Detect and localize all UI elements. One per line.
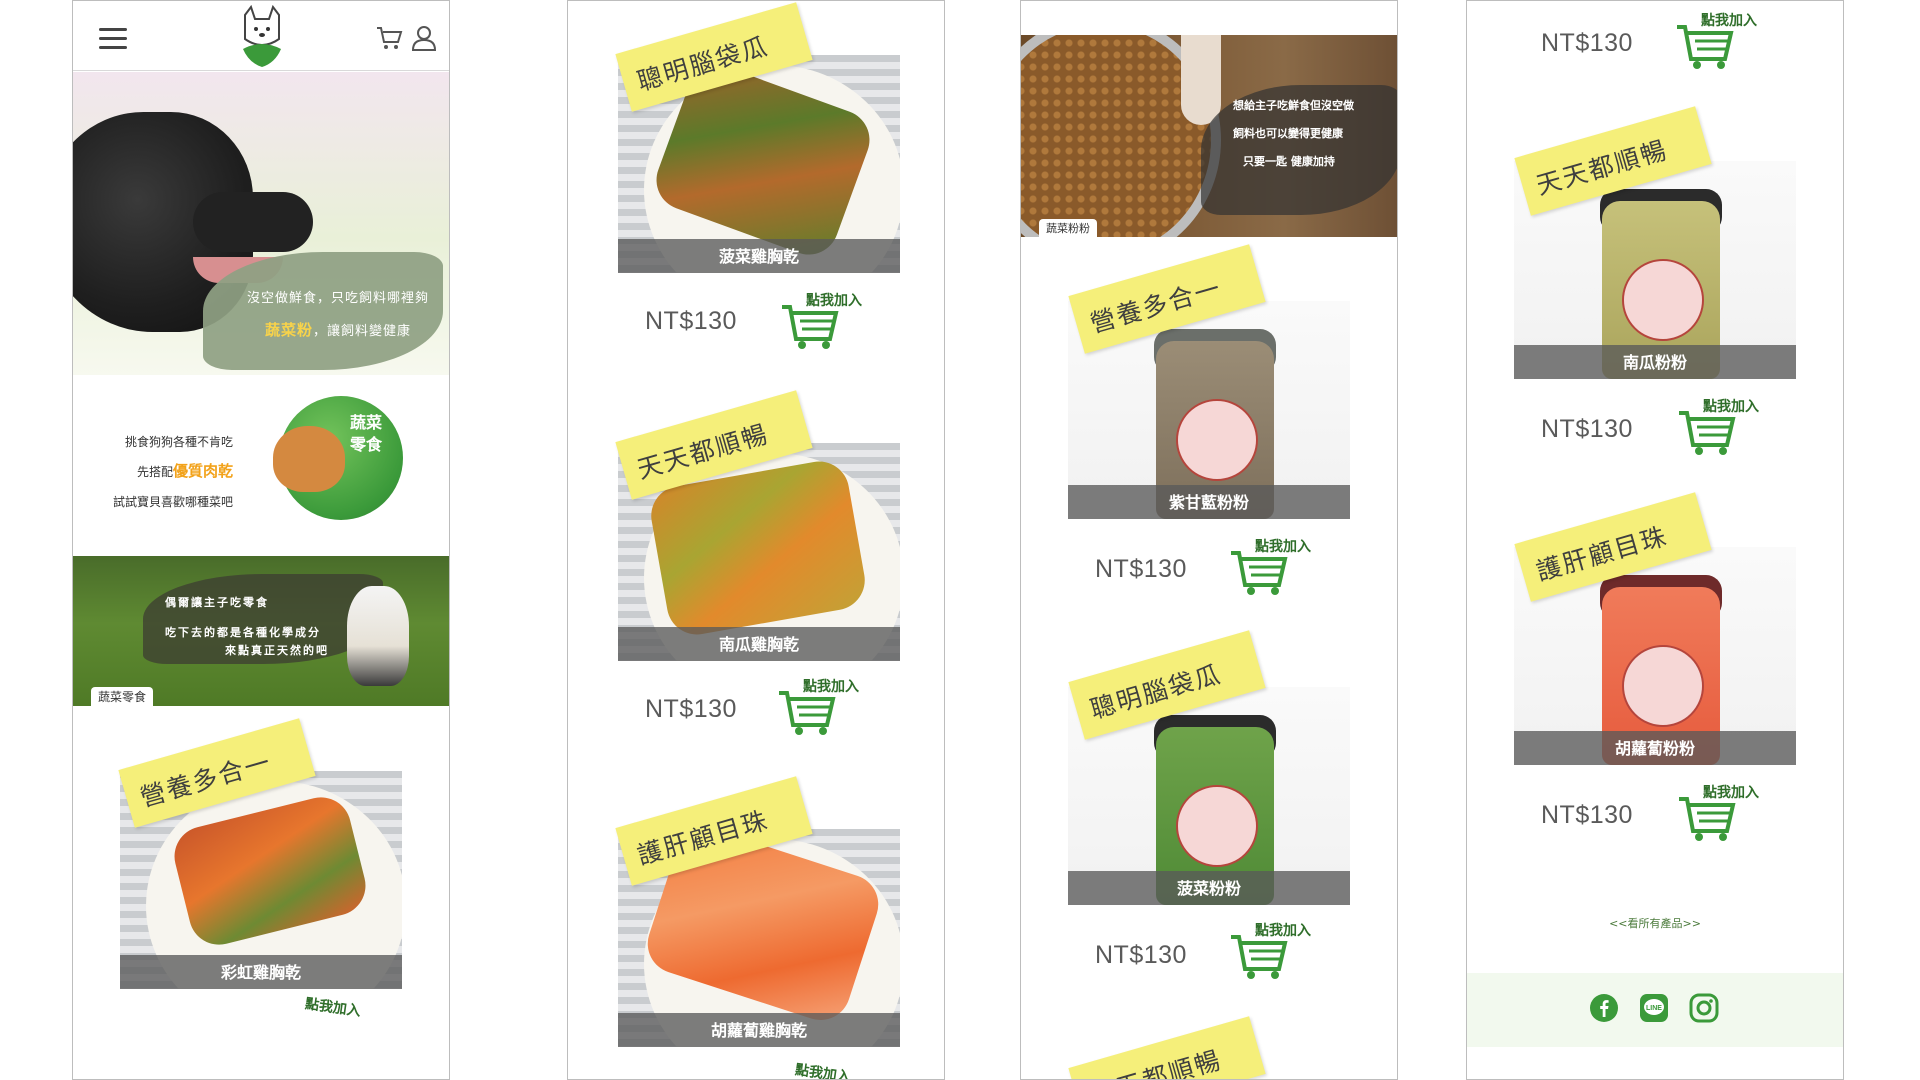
- hero-banner[interactable]: 沒空做鮮食，只吃飼料哪裡夠 蔬菜粉，讓飼料變健康: [73, 72, 449, 375]
- jar-label: [1622, 259, 1704, 341]
- add-to-cart-button[interactable]: 點我加入: [1673, 11, 1769, 71]
- banner-line2: 飼料也可以變得更健康: [1233, 127, 1343, 140]
- snack-banner[interactable]: 偶爾讓主子吃零食 吃下去的都是各種化學成分 來點真正天然的吧 蔬菜零食: [73, 556, 449, 706]
- grass-line1: 偶爾讓主子吃零食: [165, 596, 269, 609]
- tagline: 天天都順暢: [1087, 1045, 1225, 1080]
- product-name: 南瓜雞胸乾: [618, 627, 900, 661]
- phone-panel-powder: 想給主子吃鮮食但沒空做 飼料也可以變得更健康 只要一匙 健康加持 蔬菜粉粉 紫甘…: [1020, 0, 1398, 1080]
- line-icon[interactable]: LINE: [1639, 993, 1669, 1023]
- badge-line1: 蔬菜: [349, 413, 382, 432]
- hero-text-line2: 蔬菜粉，讓飼料變健康: [223, 319, 449, 340]
- intro-section: 挑食狗狗各種不肯吃 先搭配優質肉乾 試試寶貝喜歡哪種菜吧 蔬菜零食: [73, 376, 449, 556]
- leaf-shape: [203, 252, 443, 370]
- add-to-cart-button[interactable]: 點我加入: [775, 677, 871, 737]
- badge-line2: 零食: [349, 435, 382, 454]
- product-name: 彩虹雞胸乾: [120, 955, 402, 989]
- intro-line1: 挑食狗狗各種不肯吃: [124, 435, 233, 449]
- category-tag: 蔬菜零食: [91, 687, 154, 706]
- hero-text-line1: 沒空做鮮食，只吃飼料哪裡夠: [246, 291, 429, 306]
- add-to-cart-label: 點我加入: [794, 1062, 852, 1080]
- phone-panel-powder-2: NT$130 點我加入 南瓜粉粉 天天都順暢 NT$130 點我加入 胡蘿蔔粉粉…: [1466, 0, 1844, 1080]
- product-price: NT$130: [645, 307, 737, 335]
- dog-snout: [193, 192, 313, 252]
- add-to-cart-label: 點我加入: [1255, 538, 1311, 555]
- product-price: NT$130: [1541, 415, 1633, 443]
- product-price: NT$130: [1541, 29, 1633, 57]
- add-to-cart-label: 點我加入: [304, 996, 362, 1020]
- product-name: 胡蘿蔔粉粉: [1514, 731, 1796, 765]
- svg-text:LINE: LINE: [1646, 1005, 1662, 1012]
- add-to-cart-button[interactable]: 點我加入: [1227, 921, 1323, 981]
- veggie-snack-badge[interactable]: 蔬菜 零食: [273, 396, 403, 520]
- add-to-cart-button[interactable]: 點我加入: [1675, 397, 1771, 457]
- product-name: 菠菜粉粉: [1068, 871, 1350, 905]
- jar-label: [1176, 399, 1258, 481]
- intro-line2-pre: 先搭配: [136, 465, 173, 479]
- add-to-cart-label: 點我加入: [803, 678, 859, 695]
- add-to-cart-label: 點我加入: [806, 292, 862, 309]
- see-all-products-link[interactable]: <<看所有產品>>: [1467, 915, 1843, 931]
- product-name: 胡蘿蔔雞胸乾: [618, 1013, 900, 1047]
- product-price: NT$130: [1095, 941, 1187, 969]
- dog-photo: [347, 586, 409, 686]
- grass-line3: 來點真正天然的吧: [225, 644, 329, 657]
- hero-highlight: 蔬菜粉: [264, 321, 313, 339]
- product-price: NT$130: [1095, 555, 1187, 583]
- dog-logo-icon[interactable]: [235, 5, 289, 69]
- hero-text-line2-rest: ，讓飼料變健康: [313, 324, 412, 339]
- add-to-cart-label: 點我加入: [1255, 922, 1311, 939]
- menu-icon[interactable]: [99, 28, 127, 50]
- add-to-cart-label: 點我加入: [1701, 12, 1757, 29]
- intro-line2: 先搭配優質肉乾: [137, 460, 233, 481]
- phone-panel-jerky: 菠菜雞胸乾 聰明腦袋瓜 NT$130 點我加入 南瓜雞胸乾 天天都順暢 NT$1…: [567, 0, 945, 1080]
- powder-banner[interactable]: 想給主子吃鮮食但沒空做 飼料也可以變得更健康 只要一匙 健康加持 蔬菜粉粉: [1021, 35, 1397, 237]
- add-to-cart-button[interactable]: 點我加入: [1675, 783, 1771, 843]
- facebook-icon[interactable]: [1589, 993, 1619, 1023]
- jar-label: [1176, 785, 1258, 867]
- mascot-icon: [273, 426, 345, 492]
- product-name: 紫甘藍粉粉: [1068, 485, 1350, 519]
- jar-label: [1622, 645, 1704, 727]
- badge-text: 蔬菜 零食: [341, 412, 391, 456]
- intro-line3: 試試寶貝喜歡哪種菜吧: [112, 495, 233, 509]
- cat-paw: [1181, 35, 1221, 125]
- product-tagline-note: 天天都順暢: [1068, 1016, 1266, 1080]
- category-tag: 蔬菜粉粉: [1039, 219, 1097, 237]
- product-name: 南瓜粉粉: [1514, 345, 1796, 379]
- user-icon[interactable]: [411, 25, 437, 51]
- product-price: NT$130: [645, 695, 737, 723]
- intro-highlight: 優質肉乾: [172, 462, 233, 480]
- product-price: NT$130: [1541, 801, 1633, 829]
- banner-line3: 只要一匙 健康加持: [1243, 155, 1335, 168]
- banner-line1: 想給主子吃鮮食但沒空做: [1233, 99, 1354, 112]
- phone-panel-home: 沒空做鮮食，只吃飼料哪裡夠 蔬菜粉，讓飼料變健康 挑食狗狗各種不肯吃 先搭配優質…: [72, 0, 450, 1080]
- cart-icon[interactable]: [375, 25, 403, 51]
- add-to-cart-label: 點我加入: [1703, 784, 1759, 801]
- site-header: [73, 1, 449, 71]
- site-footer: LINE: [1467, 973, 1843, 1047]
- add-to-cart-button[interactable]: 點我加入: [778, 291, 874, 351]
- add-to-cart-button[interactable]: 點我加入: [1227, 537, 1323, 597]
- instagram-icon[interactable]: [1689, 993, 1719, 1023]
- product-name: 菠菜雞胸乾: [618, 239, 900, 273]
- add-to-cart-label: 點我加入: [1703, 398, 1759, 415]
- grass-line2: 吃下去的都是各種化學成分: [165, 626, 321, 639]
